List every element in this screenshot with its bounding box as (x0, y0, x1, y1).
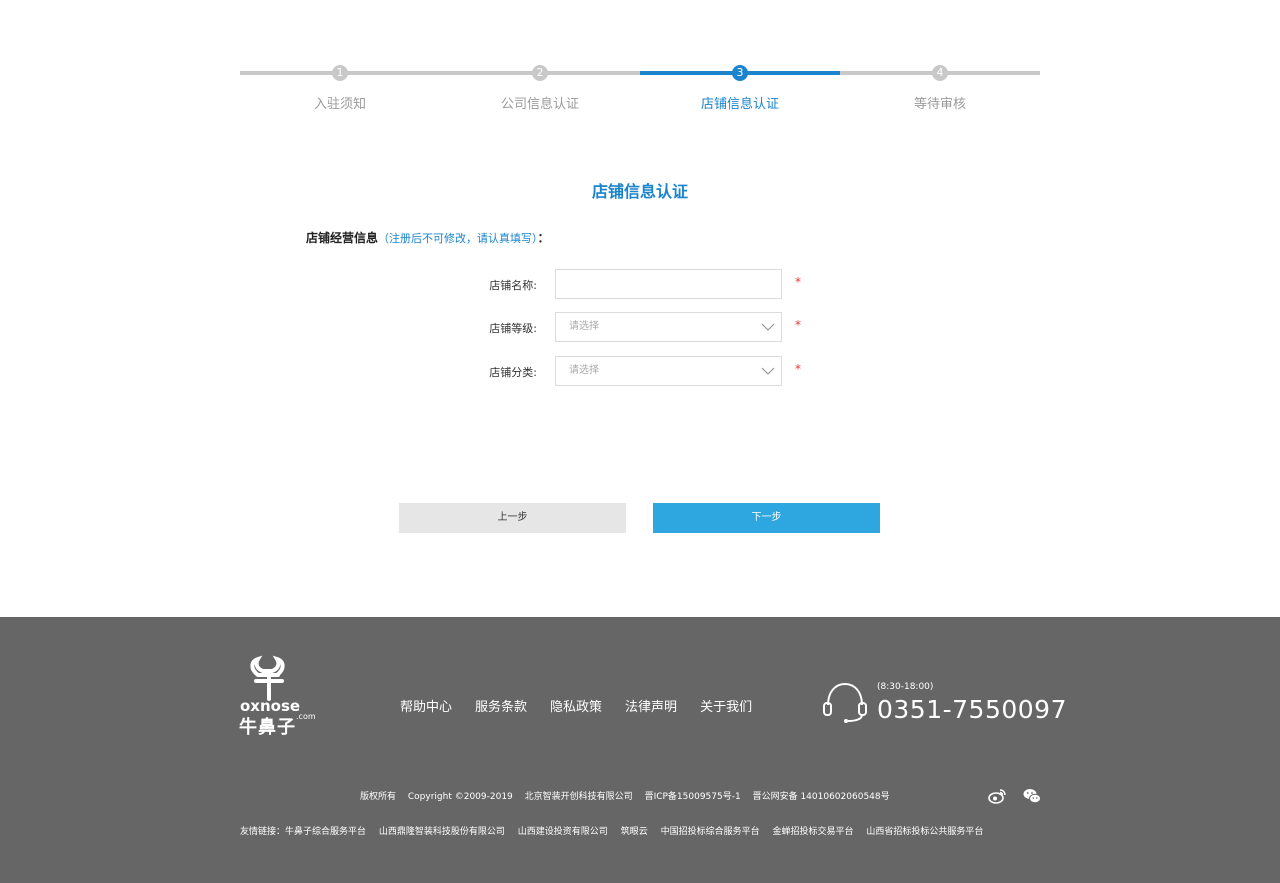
step-number: 4 (932, 65, 948, 81)
friend-link[interactable]: 山西省招标投标公共服务平台 (866, 827, 983, 837)
service-phone: 0351-7550097 (877, 695, 1067, 724)
friend-link[interactable]: 牛鼻子综合服务平台 (285, 827, 366, 837)
footer: oxnose .com 牛鼻子 帮助中心 服务条款 隐私政策 法律声明 关于我们… (0, 617, 1280, 883)
required-mark: * (795, 275, 801, 289)
shop-category-row: 店铺分类: 请选择 * (440, 356, 820, 386)
page: 1 入驻须知 2 公司信息认证 3 店铺信息认证 4 等待审核 店铺信息认证 店… (0, 0, 1280, 883)
step-4: 4 等待审核 (840, 64, 1040, 114)
footer-link-about[interactable]: 关于我们 (700, 696, 752, 715)
step-number: 3 (732, 65, 748, 81)
step-2: 2 公司信息认证 (440, 64, 640, 114)
friend-links: 友情链接：牛鼻子综合服务平台 山西鼎隆智装科技股份有限公司 山西建设投资有限公司… (240, 824, 983, 837)
copyright-icp[interactable]: 晋ICP备15009575号-1 (645, 792, 741, 802)
copyright-rights: 版权所有 (360, 792, 397, 802)
friend-links-label: 友情链接： (240, 827, 286, 837)
shop-level-label: 店铺等级: (489, 322, 537, 335)
footer-link-legal[interactable]: 法律声明 (625, 696, 677, 715)
step-1: 1 入驻须知 (240, 64, 440, 114)
footer-nav: 帮助中心 服务条款 隐私政策 法律声明 关于我们 (400, 696, 775, 715)
shop-level-row: 店铺等级: 请选择 * (440, 312, 820, 342)
wechat-icon[interactable] (1023, 788, 1041, 804)
copyright-company: 北京智装开创科技有限公司 (524, 792, 633, 802)
prev-step-button[interactable]: 上一步 (399, 503, 626, 533)
section-heading: 店铺经营信息（注册后不可修改，请认真填写）： (306, 229, 550, 246)
section-note: （注册后不可修改，请认真填写） (378, 232, 538, 245)
footer-link-help[interactable]: 帮助中心 (400, 696, 452, 715)
ox-horns-icon (250, 655, 285, 701)
service-hours: (8:30-18:00) (877, 682, 934, 692)
friend-link[interactable]: 山西建设投资有限公司 (518, 827, 608, 837)
brand-logo[interactable]: oxnose .com 牛鼻子 (238, 655, 320, 739)
friend-link[interactable]: 中国招投标综合服务平台 (661, 827, 760, 837)
form-title: 店铺信息认证 (591, 182, 688, 201)
shop-category-placeholder: 请选择 (569, 365, 599, 376)
progress-stepper: 1 入驻须知 2 公司信息认证 3 店铺信息认证 4 等待审核 (240, 64, 1040, 114)
copyright-years: Copyright ©2009-2019 (407, 792, 513, 802)
footer-link-privacy[interactable]: 隐私政策 (550, 696, 602, 715)
friend-link[interactable]: 筑眼云 (621, 827, 648, 837)
logo-chinese: 牛鼻子 (239, 717, 296, 738)
step-label: 店铺信息认证 (700, 97, 779, 112)
shop-name-input[interactable] (555, 269, 782, 299)
required-mark: * (795, 362, 801, 376)
step-number: 1 (332, 65, 348, 81)
step-label: 公司信息认证 (500, 97, 579, 112)
chevron-down-icon (761, 323, 775, 331)
footer-link-terms[interactable]: 服务条款 (475, 696, 527, 715)
logo-domain: .com (296, 712, 316, 721)
shop-name-row: 店铺名称: * (440, 269, 820, 299)
section-heading-text: 店铺经营信息 (306, 231, 379, 245)
step-label: 入驻须知 (313, 97, 366, 112)
weibo-icon[interactable] (988, 788, 1006, 804)
step-label: 等待审核 (913, 97, 966, 112)
step-3: 3 店铺信息认证 (640, 64, 840, 114)
step-number: 2 (532, 65, 548, 81)
shop-category-select[interactable]: 请选择 (555, 356, 782, 386)
shop-category-label: 店铺分类: (489, 366, 537, 379)
section-colon: ： (537, 231, 550, 245)
copyright-police[interactable]: 晋公网安备 14010602060548号 (753, 792, 890, 802)
customer-service: (8:30-18:00) 0351-7550097 (822, 679, 1066, 729)
shop-level-select[interactable]: 请选择 (555, 312, 782, 342)
shop-level-placeholder: 请选择 (569, 321, 599, 332)
next-step-button[interactable]: 下一步 (653, 503, 880, 533)
copyright-line: 版权所有 Copyright ©2009-2019 北京智装开创科技有限公司 晋… (360, 789, 899, 802)
friend-link[interactable]: 山西鼎隆智装科技股份有限公司 (379, 827, 505, 837)
chevron-down-icon (761, 367, 775, 375)
required-mark: * (795, 318, 801, 332)
friend-link[interactable]: 金蝉招投标交易平台 (772, 827, 853, 837)
headset-icon (823, 682, 867, 723)
shop-name-label: 店铺名称: (489, 279, 537, 292)
